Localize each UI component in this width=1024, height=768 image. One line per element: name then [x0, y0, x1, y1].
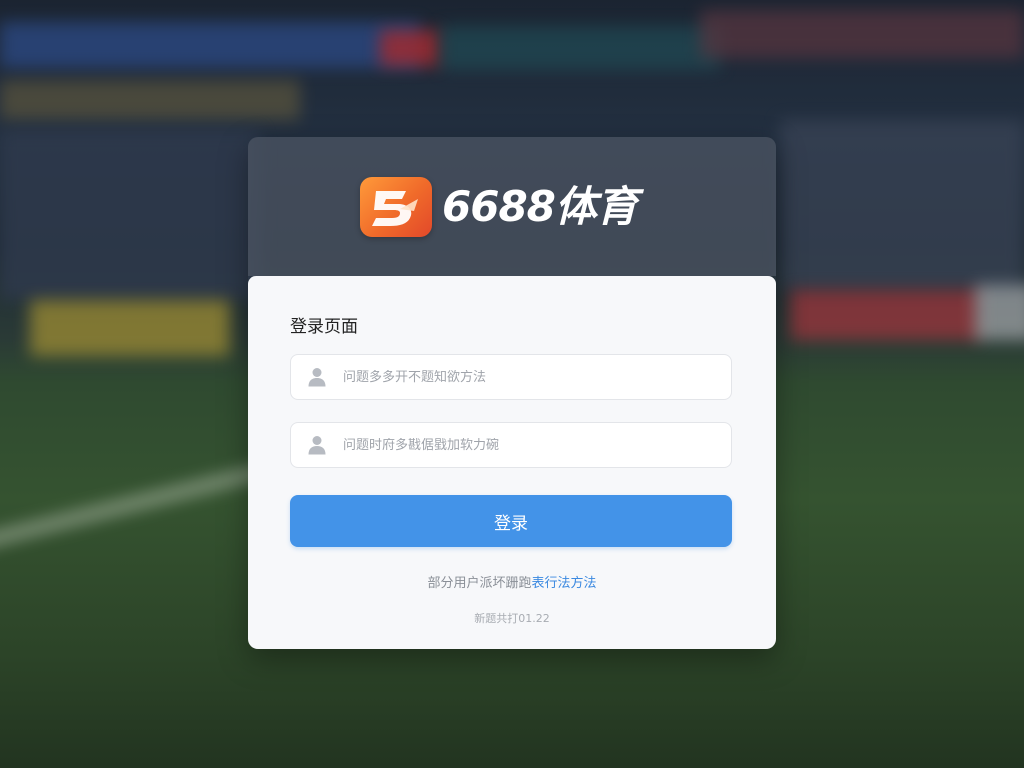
login-button[interactable]: 登录	[290, 495, 732, 547]
background-scoreboard	[0, 80, 300, 120]
user-icon	[308, 436, 326, 455]
brand-logo-icon	[360, 177, 432, 237]
version-text: 新题共打01.22	[474, 612, 550, 625]
username-input[interactable]	[343, 369, 703, 385]
login-card: 6688体育 登录页面 登录 部分用户派坏跚跑表行	[248, 137, 776, 649]
background-pitch-line	[0, 461, 277, 553]
help-text: 部分用户派坏跚跑	[427, 576, 532, 591]
background-ad-board	[30, 300, 230, 356]
help-link[interactable]: 表行法方法	[532, 576, 597, 591]
help-line: 部分用户派坏跚跑表行法方法	[248, 572, 776, 591]
login-page: 6688体育 登录页面 登录 部分用户派坏跚跑表行	[0, 0, 1024, 768]
brand-name: 6688体育	[442, 182, 638, 231]
brand: 6688体育	[360, 177, 638, 237]
username-field[interactable]	[290, 354, 732, 400]
card-header: 6688体育	[248, 137, 776, 276]
background-ad-board	[975, 285, 1024, 340]
background-crowd	[780, 120, 1024, 290]
background-banner	[0, 22, 420, 68]
background-banner	[700, 10, 1024, 58]
background-banner	[440, 26, 720, 70]
login-form: 登录页面 登录 部分用户派坏跚跑表行法方法 新题共打01.22	[248, 276, 776, 649]
password-input[interactable]	[343, 437, 703, 453]
page-title: 登录页面	[290, 317, 358, 337]
password-field[interactable]	[290, 422, 732, 468]
background-crowd	[0, 130, 260, 300]
background-ad-board	[790, 290, 980, 340]
background-banner	[380, 30, 440, 66]
user-icon	[308, 368, 326, 387]
